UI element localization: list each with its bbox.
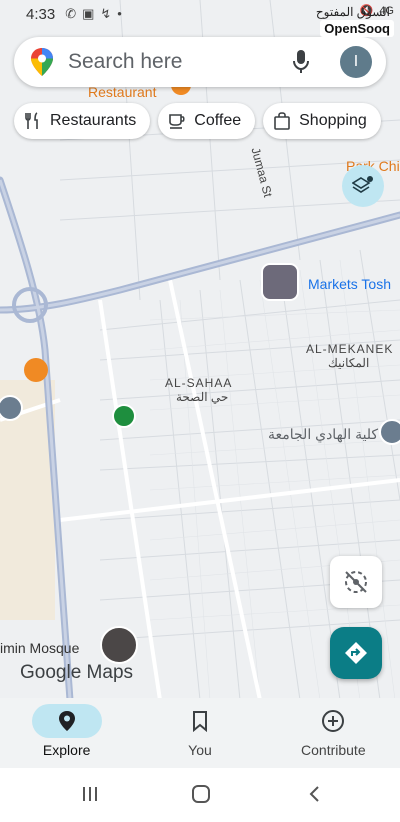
nav-label: Explore xyxy=(42,742,91,758)
chip-coffee[interactable]: Coffee xyxy=(158,103,256,139)
back-icon[interactable] xyxy=(305,784,325,804)
directions-icon xyxy=(345,642,367,664)
explore-pin-icon xyxy=(58,711,75,731)
layers-button[interactable] xyxy=(342,165,384,207)
chip-label: Shopping xyxy=(299,112,367,129)
bottom-navigation: Explore You Contribute xyxy=(0,698,400,768)
map-label-mekanek-en: AL-MEKANEK xyxy=(306,342,394,356)
fork-knife-icon xyxy=(25,112,38,129)
directions-button[interactable] xyxy=(330,627,382,679)
shopping-bag-icon xyxy=(274,112,290,130)
home-icon[interactable] xyxy=(191,784,211,804)
watermark-arabic: السوق المفتوح xyxy=(315,5,390,19)
chip-restaurants[interactable]: Restaurants xyxy=(14,103,151,139)
maps-pin-icon xyxy=(31,48,53,76)
location-off-icon xyxy=(345,571,367,593)
nav-contribute[interactable]: Contribute xyxy=(267,698,400,768)
map-label-college[interactable]: كلية الهادي الجامعة xyxy=(268,426,378,443)
nav-label: You xyxy=(188,742,212,758)
watermark-logo: OpenSooq xyxy=(320,20,394,37)
my-location-button[interactable] xyxy=(330,556,382,608)
microphone-icon[interactable] xyxy=(292,50,310,74)
map-label-markets[interactable]: Markets Tosh xyxy=(308,276,391,292)
map-label-sahaa-en: AL-SAHAA xyxy=(165,376,233,390)
layers-icon xyxy=(352,176,373,193)
system-navigation-bar xyxy=(0,768,400,822)
nav-label: Contribute xyxy=(301,742,366,758)
google-maps-logo: Google Maps xyxy=(20,662,134,683)
coffee-icon xyxy=(169,114,185,129)
recent-apps-icon[interactable] xyxy=(80,784,100,804)
add-circle-icon xyxy=(322,710,345,732)
account-avatar[interactable]: I xyxy=(340,46,372,78)
chip-label: Coffee xyxy=(194,112,242,129)
map-label-sahaa-ar: حي الصحة xyxy=(176,390,229,404)
map-label-mekanek-ar: المكانيك xyxy=(328,356,370,370)
chip-shopping[interactable]: Shopping xyxy=(263,103,381,139)
map-label-mosque[interactable]: imin Mosque xyxy=(0,640,79,656)
bookmark-icon xyxy=(192,711,207,732)
chip-label: Restaurants xyxy=(50,112,137,129)
nav-you[interactable]: You xyxy=(133,698,266,768)
status-time: 4:33 xyxy=(26,5,56,23)
search-input[interactable]: Search here xyxy=(68,50,182,74)
nav-explore[interactable]: Explore xyxy=(0,698,133,768)
avatar-letter: I xyxy=(353,53,359,70)
status-notification-icons: ✆▣↯• xyxy=(65,6,128,21)
category-chips: Restaurants Coffee Shopping xyxy=(14,103,381,139)
search-bar[interactable]: Search here I xyxy=(14,37,386,87)
